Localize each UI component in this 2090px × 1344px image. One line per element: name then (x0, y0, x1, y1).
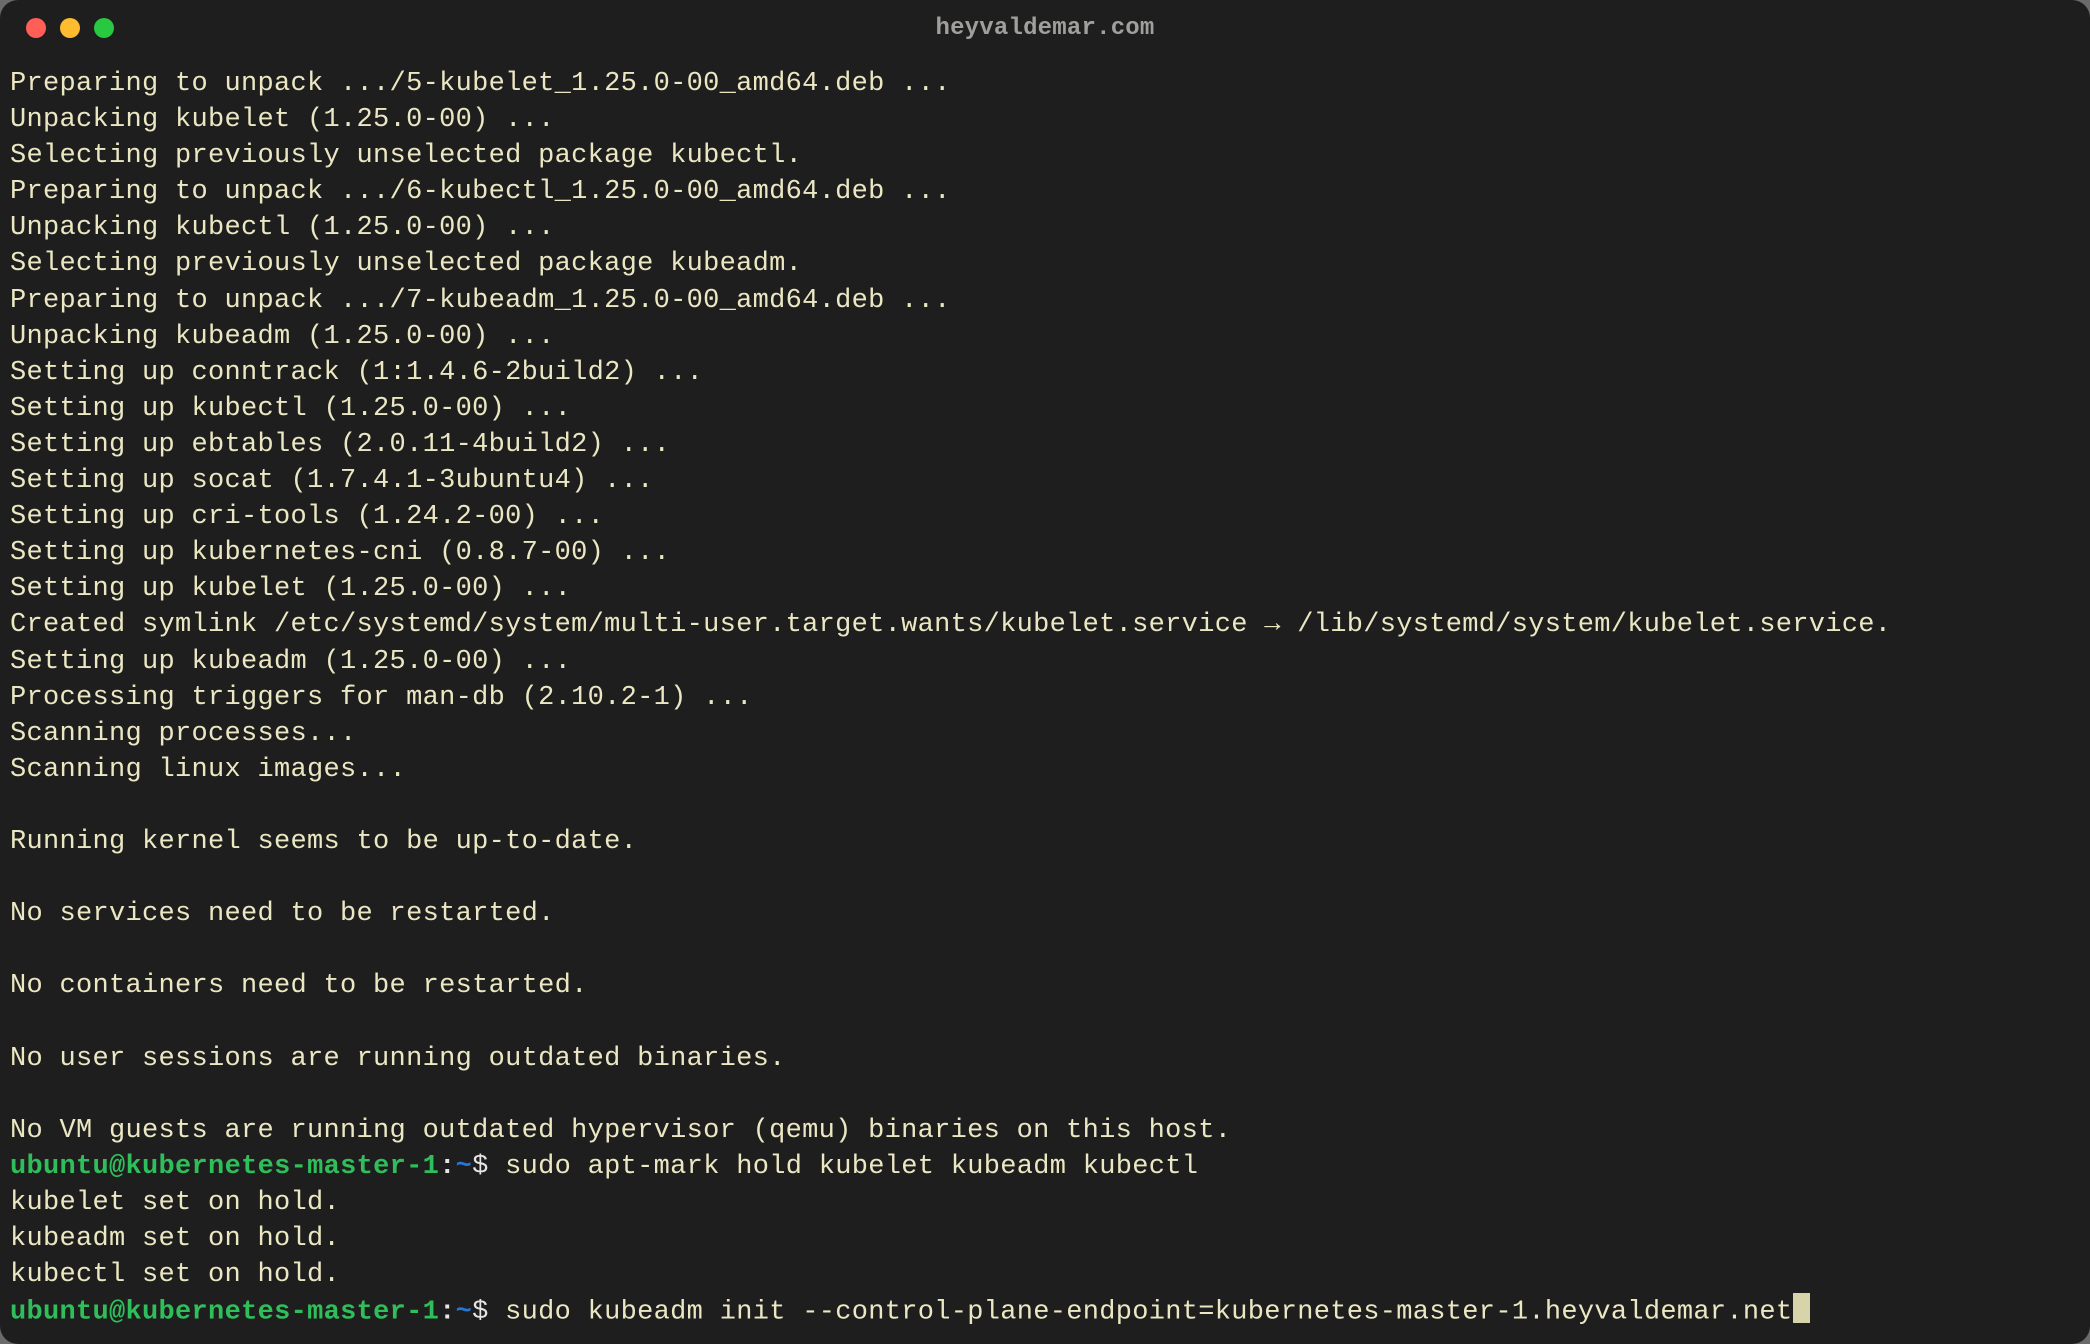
prompt-line[interactable]: ubuntu@kubernetes-master-1:~$ sudo apt-m… (10, 1149, 2080, 1185)
output-line: Setting up ebtables (2.0.11-4build2) ... (10, 427, 2080, 463)
prompt-path: ~ (456, 1298, 473, 1328)
command-text: sudo kubeadm init --control-plane-endpoi… (505, 1298, 1792, 1328)
output-line: Unpacking kubelet (1.25.0-00) ... (10, 102, 2080, 138)
output-line: Created symlink /etc/systemd/system/mult… (10, 607, 2080, 643)
output-line: Setting up kubectl (1.25.0-00) ... (10, 391, 2080, 427)
hold-result-line: kubectl set on hold. (10, 1257, 2080, 1293)
output-line: Scanning linux images... (10, 752, 2080, 788)
terminal-output[interactable]: Preparing to unpack .../5-kubelet_1.25.0… (0, 56, 2090, 1344)
titlebar: heyvaldemar.com (0, 0, 2090, 56)
prompt-user: ubuntu (10, 1152, 109, 1182)
prompt-sigil: $ (472, 1298, 505, 1328)
window-title: heyvaldemar.com (0, 15, 2090, 42)
prompt-sigil: $ (472, 1152, 505, 1182)
output-line (10, 788, 2080, 824)
output-line: Unpacking kubectl (1.25.0-00) ... (10, 210, 2080, 246)
output-line (10, 860, 2080, 896)
output-line (10, 932, 2080, 968)
output-line: No containers need to be restarted. (10, 968, 2080, 1004)
output-line: Setting up socat (1.7.4.1-3ubuntu4) ... (10, 463, 2080, 499)
zoom-icon[interactable] (94, 18, 114, 38)
output-line: Setting up cri-tools (1.24.2-00) ... (10, 499, 2080, 535)
output-line (10, 1077, 2080, 1113)
prompt-colon: : (439, 1298, 456, 1328)
output-line: Preparing to unpack .../7-kubeadm_1.25.0… (10, 283, 2080, 319)
hold-result-line: kubelet set on hold. (10, 1185, 2080, 1221)
output-line: Setting up kubernetes-cni (0.8.7-00) ... (10, 535, 2080, 571)
output-line: Preparing to unpack .../6-kubectl_1.25.0… (10, 174, 2080, 210)
prompt-path: ~ (456, 1152, 473, 1182)
prompt-host: kubernetes-master-1 (126, 1298, 440, 1328)
prompt-user: ubuntu (10, 1298, 109, 1328)
prompt-at: @ (109, 1152, 126, 1182)
output-line: Preparing to unpack .../5-kubelet_1.25.0… (10, 66, 2080, 102)
output-line: Setting up conntrack (1:1.4.6-2build2) .… (10, 355, 2080, 391)
output-line: Selecting previously unselected package … (10, 138, 2080, 174)
output-line: Scanning processes... (10, 716, 2080, 752)
output-line: Setting up kubelet (1.25.0-00) ... (10, 571, 2080, 607)
output-line: Selecting previously unselected package … (10, 246, 2080, 282)
minimize-icon[interactable] (60, 18, 80, 38)
prompt-colon: : (439, 1152, 456, 1182)
output-line: Running kernel seems to be up-to-date. (10, 824, 2080, 860)
prompt-line[interactable]: ubuntu@kubernetes-master-1:~$ sudo kubea… (10, 1293, 2080, 1331)
traffic-lights (26, 18, 114, 38)
terminal-window: heyvaldemar.com Preparing to unpack .../… (0, 0, 2090, 1344)
cursor-icon (1793, 1293, 1809, 1323)
prompt-host: kubernetes-master-1 (126, 1152, 440, 1182)
output-line: No services need to be restarted. (10, 896, 2080, 932)
output-line (10, 1004, 2080, 1040)
command-text: sudo apt-mark hold kubelet kubeadm kubec… (505, 1152, 1198, 1182)
output-line: Setting up kubeadm (1.25.0-00) ... (10, 644, 2080, 680)
prompt-at: @ (109, 1298, 126, 1328)
output-line: No user sessions are running outdated bi… (10, 1041, 2080, 1077)
close-icon[interactable] (26, 18, 46, 38)
output-line: No VM guests are running outdated hyperv… (10, 1113, 2080, 1149)
output-line: Processing triggers for man-db (2.10.2-1… (10, 680, 2080, 716)
hold-result-line: kubeadm set on hold. (10, 1221, 2080, 1257)
output-line: Unpacking kubeadm (1.25.0-00) ... (10, 319, 2080, 355)
